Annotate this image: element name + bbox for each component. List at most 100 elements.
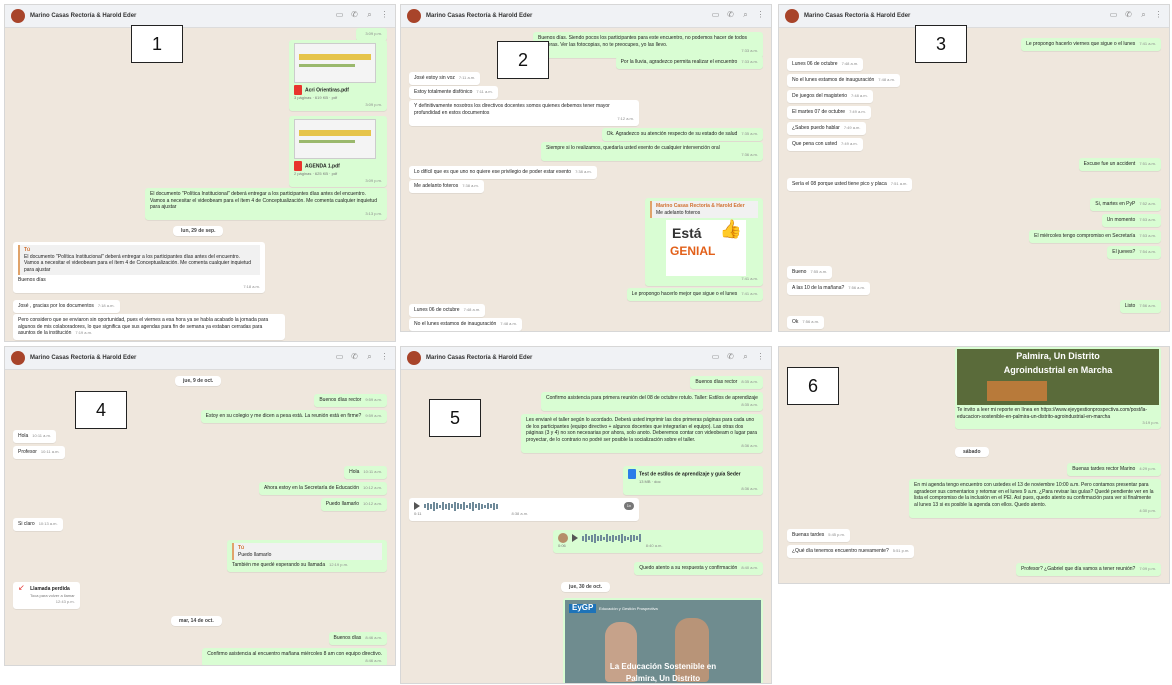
message-outgoing[interactable]: Le propongo hacerlo mejor que sigue o el… bbox=[626, 288, 763, 301]
search-icon[interactable]: ⌕ bbox=[1139, 10, 1148, 19]
message-incoming[interactable]: Tú El documento "Política Institucional"… bbox=[13, 242, 265, 293]
message-incoming[interactable]: El martes 07 de octubre 7:49 a.m. bbox=[787, 106, 871, 119]
video-call-icon[interactable]: ▭ bbox=[1109, 10, 1118, 19]
quoted-message[interactable]: Tú Puedo llamarlo bbox=[232, 543, 382, 560]
play-icon[interactable] bbox=[572, 534, 578, 542]
message-outgoing[interactable]: El miércoles tengo compromiso en Secreta… bbox=[1029, 230, 1161, 243]
message-outgoing[interactable]: Un momento 7:53 a.m. bbox=[1101, 214, 1161, 227]
message-outgoing[interactable]: Ahora estoy en la Secretaría de Educació… bbox=[259, 482, 387, 495]
message-incoming[interactable]: José , gracias por los documentos 7:18 a.… bbox=[13, 300, 120, 313]
audio-waveform[interactable] bbox=[582, 533, 641, 543]
shared-image[interactable]: Palmira, Un Distrito Agroindustrial en M… bbox=[957, 349, 1159, 405]
message-outgoing[interactable]: Buenas tardes rector Marino 4:29 p.m. bbox=[1067, 463, 1161, 476]
message-outgoing[interactable]: Por la lluvia, agradezco permita realiza… bbox=[615, 56, 763, 69]
avatar[interactable] bbox=[11, 351, 25, 365]
message-incoming[interactable]: De juegos del magisterio 7:48 a.m. bbox=[787, 90, 873, 103]
avatar[interactable] bbox=[407, 351, 421, 365]
message-incoming[interactable]: ¿Qué día tenemos encuentro nuevamente? 5:… bbox=[787, 545, 915, 558]
message-outgoing[interactable]: Estoy en su colegio y me dicen a pesa es… bbox=[200, 410, 387, 423]
video-call-icon[interactable]: ▭ bbox=[711, 10, 720, 19]
search-icon[interactable]: ⌕ bbox=[741, 10, 750, 19]
search-icon[interactable]: ⌕ bbox=[365, 352, 374, 361]
message-outgoing[interactable]: Profesor? ¿Gabriel que día vamos a tener… bbox=[1016, 563, 1161, 576]
image-message[interactable]: Palmira, Un Distrito Agroindustrial en M… bbox=[955, 347, 1161, 429]
menu-icon[interactable]: ⋮ bbox=[380, 10, 389, 19]
message-outgoing[interactable]: Si, martes en PyP 7:52 a.m. bbox=[1090, 198, 1161, 211]
avatar[interactable] bbox=[407, 9, 421, 23]
message-outgoing[interactable]: Ok. Agradezco su atención respecto de su… bbox=[601, 128, 763, 141]
message-incoming[interactable]: Que pena con usted 7:49 a.m. bbox=[787, 138, 863, 151]
shared-image[interactable]: EyGP Educación y Gestión Prospectiva La … bbox=[565, 600, 761, 683]
phone-icon[interactable]: ✆ bbox=[350, 10, 359, 19]
message-incoming[interactable]: Si claro 10:13 a.m. bbox=[13, 518, 63, 531]
search-icon[interactable]: ⌕ bbox=[741, 352, 750, 361]
message-incoming[interactable]: Profesor 10:11 a.m. bbox=[13, 446, 65, 459]
message-incoming[interactable]: Estoy totalmente disfónico 7:11 a.m. bbox=[409, 86, 498, 99]
message-outgoing[interactable]: El jueves? 7:54 a.m. bbox=[1107, 246, 1161, 259]
audio-waveform[interactable] bbox=[424, 501, 498, 511]
message-incoming[interactable]: Lunes 06 de octubre 7:48 a.m. bbox=[409, 304, 486, 317]
message-incoming[interactable]: No el lunes estamos de inauguración 7:48 … bbox=[787, 74, 900, 87]
quoted-message[interactable]: Marino Casas Rectoría & Harold Eder Me a… bbox=[650, 201, 758, 218]
message-incoming[interactable]: No el lunes estamos de inauguración 7:48 … bbox=[409, 318, 522, 331]
message-outgoing[interactable]: Buenos días rector 8:35 a.m. bbox=[690, 376, 763, 389]
message-outgoing[interactable]: Buenos días 8:46 a.m. bbox=[328, 632, 387, 645]
message-incoming[interactable]: A las 10 de la mañana? 7:56 a.m. bbox=[787, 282, 870, 295]
file-message[interactable]: Test de estilos de aprendizaje y guía Se… bbox=[623, 466, 763, 495]
message-outgoing[interactable]: Buenos días rector 9:59 a.m. bbox=[314, 394, 387, 407]
voice-message[interactable]: 0:06 8:40 a.m. bbox=[553, 530, 763, 553]
message-outgoing[interactable]: Buenos días. Siendo pocos los participan… bbox=[533, 32, 763, 58]
message-outgoing[interactable]: Siempre si lo realizamos, quedaría usted… bbox=[541, 142, 763, 161]
message-incoming[interactable]: Me adelanto foteros 7:38 a.m. bbox=[409, 180, 484, 193]
message-incoming[interactable]: Buenas tardes 5:45 p.m. bbox=[787, 529, 850, 542]
message-incoming[interactable]: Y definitivamente nosotros los directivo… bbox=[409, 100, 639, 126]
phone-icon[interactable]: ✆ bbox=[726, 352, 735, 361]
message-incoming[interactable]: Bueno 7:55 a.m. bbox=[787, 266, 833, 279]
file-message[interactable]: Acri Orientiras.pdf 3 páginas · 619 KB ·… bbox=[289, 40, 387, 111]
sticker-message[interactable]: Marino Casas Rectoría & Harold Eder Me a… bbox=[645, 198, 763, 286]
message-outgoing[interactable]: El documento "Política Institucional" de… bbox=[145, 188, 387, 220]
message-outgoing[interactable]: Hola 10:11 a.m. bbox=[344, 466, 387, 479]
message-outgoing[interactable]: Listo 7:56 a.m. bbox=[1119, 300, 1161, 313]
speed-badge[interactable]: 1x bbox=[623, 501, 634, 511]
message-incoming[interactable]: Pero considero que se enviaron sin oport… bbox=[13, 314, 285, 340]
message-outgoing[interactable]: Quedo atento a su respuesta y confirmaci… bbox=[634, 562, 763, 575]
message-outgoing[interactable]: 3:09 p.m. bbox=[356, 28, 387, 41]
phone-icon[interactable]: ✆ bbox=[726, 10, 735, 19]
voice-message[interactable]: 1x 0:11 8:38 a.m. bbox=[409, 498, 639, 521]
message-incoming[interactable]: Lunes 06 de octubre 7:48 a.m. bbox=[787, 58, 864, 71]
message-incoming[interactable]: Hola 10:11 a.m. bbox=[13, 430, 56, 443]
message-outgoing[interactable]: Puedo llamarlo 10:12 a.m. bbox=[320, 498, 387, 511]
avatar[interactable] bbox=[785, 9, 799, 23]
message-incoming[interactable]: Ok 7:56 a.m. bbox=[787, 316, 825, 329]
video-call-icon[interactable]: ▭ bbox=[335, 352, 344, 361]
video-call-icon[interactable]: ▭ bbox=[711, 352, 720, 361]
quoted-message[interactable]: Tú El documento "Política Institucional"… bbox=[18, 245, 260, 275]
phone-icon[interactable]: ✆ bbox=[350, 352, 359, 361]
image-message[interactable]: EyGP Educación y Gestión Prospectiva La … bbox=[563, 598, 763, 683]
menu-icon[interactable]: ⋮ bbox=[380, 352, 389, 361]
message-incoming[interactable]: Lo difícil que es que uno no quiere ese … bbox=[409, 166, 597, 179]
message-outgoing[interactable]: Le propongo hacerlo viernes que sigue o … bbox=[1021, 38, 1161, 51]
message-incoming[interactable]: José estoy sin voz 7:11 a.m. bbox=[409, 72, 481, 85]
phone-icon[interactable]: ✆ bbox=[1124, 10, 1133, 19]
message-incoming[interactable]: ¿Sabes puedo hablar 7:49 a.m. bbox=[787, 122, 866, 135]
video-call-icon[interactable]: ▭ bbox=[335, 10, 344, 19]
file-message[interactable]: AGENDA 1.pdf 2 páginas · 625 KB · pdf 3:… bbox=[289, 116, 387, 187]
message-outgoing[interactable]: Excuse fue un accident 7:51 a.m. bbox=[1078, 158, 1161, 171]
message-outgoing[interactable]: Tú Puedo llamarlo También me quedé esper… bbox=[227, 540, 387, 572]
message-outgoing[interactable]: Confirmo asistencia para primera reunión… bbox=[541, 392, 763, 411]
search-icon[interactable]: ⌕ bbox=[365, 10, 374, 19]
menu-icon[interactable]: ⋮ bbox=[756, 10, 765, 19]
menu-icon[interactable]: ⋮ bbox=[756, 352, 765, 361]
menu-icon[interactable]: ⋮ bbox=[1154, 10, 1163, 19]
play-icon[interactable] bbox=[414, 502, 420, 510]
message-outgoing[interactable]: En mi agenda tengo encuentro con ustedes… bbox=[909, 479, 1161, 518]
chat-header: Marino Casas Rectoría & Harold Eder ▭ ✆ … bbox=[401, 5, 771, 28]
missed-call[interactable]: ↙ Llamada perdida Toca para volver a lla… bbox=[13, 582, 80, 609]
avatar[interactable] bbox=[11, 9, 25, 23]
message-text: Lunes 06 de octubre bbox=[792, 61, 838, 67]
message-incoming[interactable]: Sería el 08 porque usted tiene pico y pl… bbox=[787, 178, 913, 191]
message-outgoing[interactable]: Les enviaré el taller según lo acordado.… bbox=[521, 414, 763, 453]
message-outgoing[interactable]: Confirmo asistencia al encuentro mañana … bbox=[202, 648, 387, 665]
